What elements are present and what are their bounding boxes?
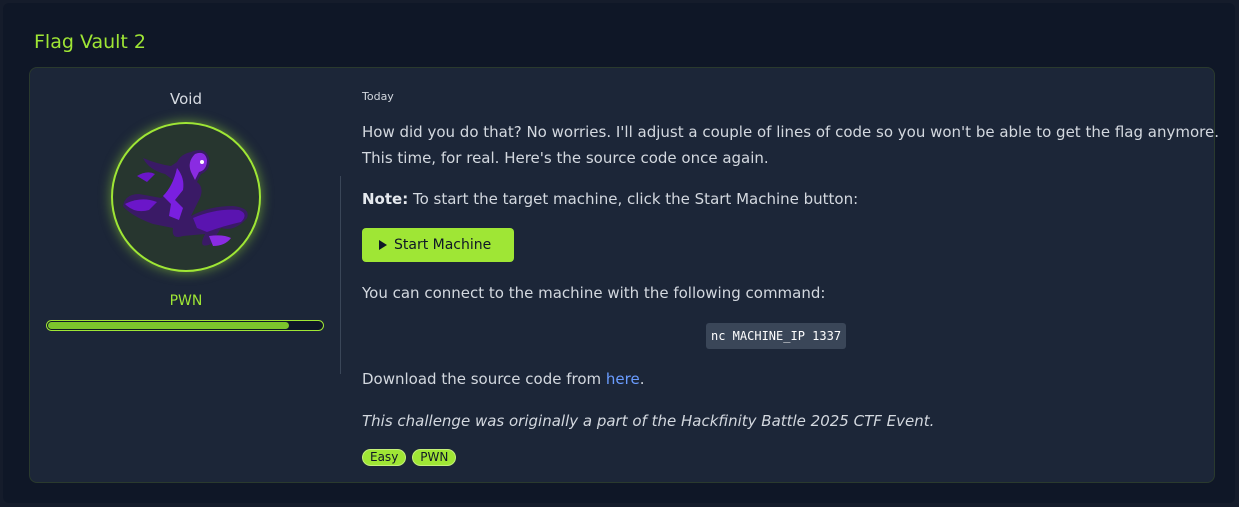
note-text: To start the target machine, click the S… [408, 190, 859, 208]
note-label: Note: [362, 190, 409, 208]
intro-line-1: How did you do that? No worries. I'll ad… [362, 123, 1219, 141]
author-avatar[interactable] [111, 122, 261, 272]
room-panel: Flag Vault 2 Void PWN Today How did you … [3, 3, 1235, 503]
play-icon [379, 240, 387, 250]
author-name[interactable]: Void [30, 90, 342, 108]
tag-category[interactable]: PWN [412, 449, 457, 466]
connect-text: You can connect to the machine with the … [362, 284, 826, 302]
intro-paragraph: How did you do that? No worries. I'll ad… [362, 119, 1219, 171]
divider [340, 176, 341, 374]
note-paragraph: Note: To start the target machine, click… [362, 186, 858, 212]
tag-list: Easy PWN [362, 449, 457, 466]
intro-line-2: This time, for real. Here's the source c… [362, 149, 769, 167]
download-suffix: . [639, 370, 645, 388]
post-date: Today [362, 90, 394, 103]
start-machine-label: Start Machine [394, 237, 492, 253]
figure-icon [123, 150, 248, 246]
command-code[interactable]: nc MACHINE_IP 1337 [706, 323, 847, 349]
start-machine-button[interactable]: Start Machine [362, 228, 514, 262]
author-category: PWN [169, 293, 203, 309]
tag-difficulty[interactable]: Easy [362, 449, 407, 466]
progress-bar [46, 320, 324, 331]
download-link[interactable]: here [606, 370, 640, 388]
room-title: Flag Vault 2 [34, 31, 147, 53]
download-paragraph: Download the source code from here. [362, 366, 645, 392]
progress-fill [48, 322, 289, 329]
task-card: Void PWN Today How did you do that? No w… [29, 67, 1219, 483]
credit-text: This challenge was originally a part of … [362, 412, 935, 430]
download-prefix: Download the source code from [362, 370, 606, 388]
